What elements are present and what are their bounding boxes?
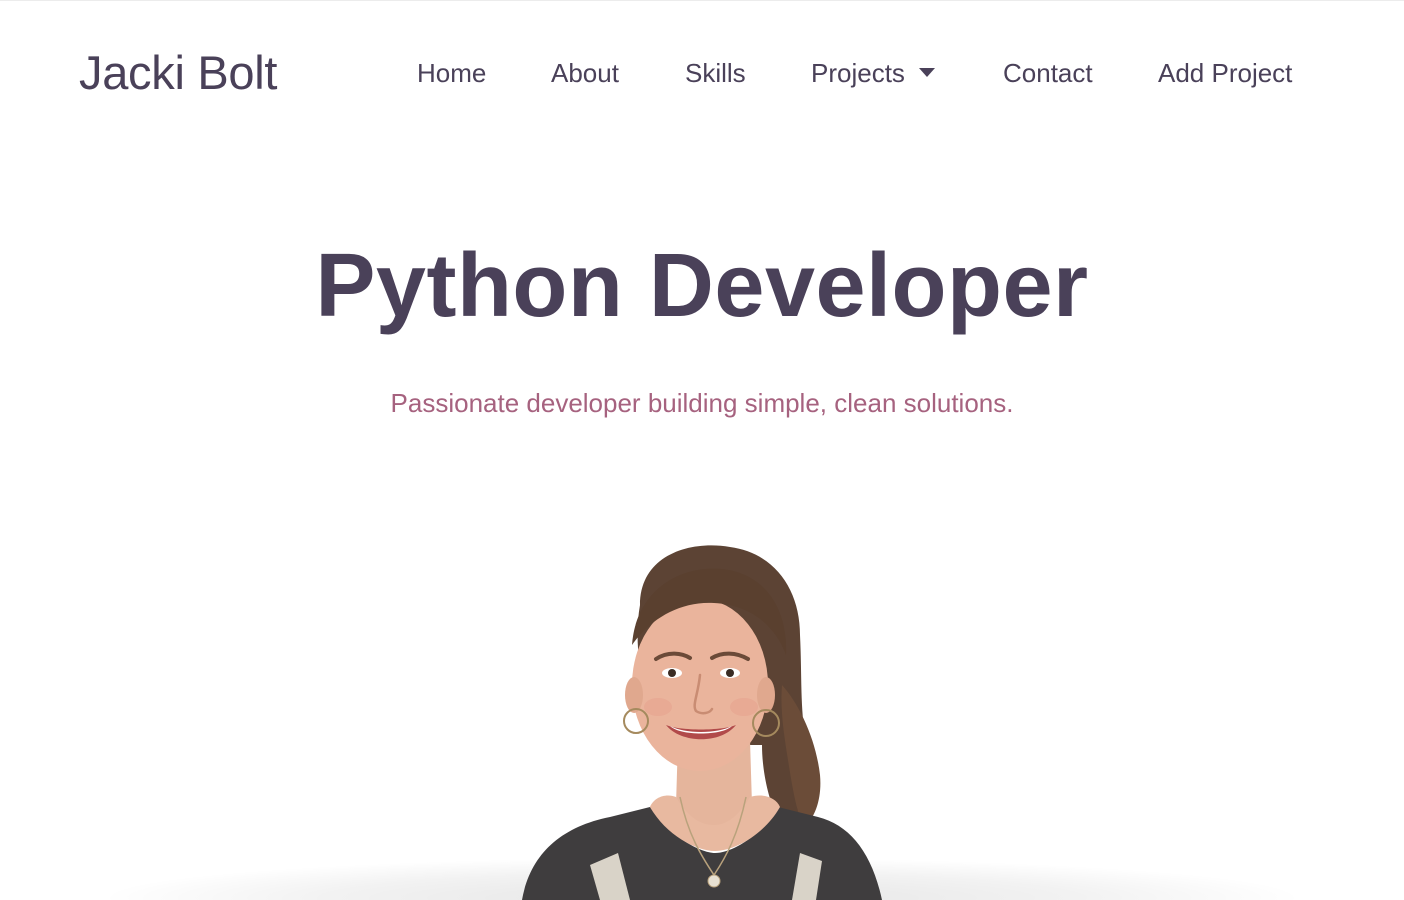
nav-contact-link[interactable]: Contact [1003, 56, 1093, 90]
profile-photo [522, 545, 882, 900]
nav-skills-link[interactable]: Skills [685, 56, 746, 90]
nav-home-link[interactable]: Home [417, 56, 486, 90]
nav-add-project-link[interactable]: Add Project [1158, 56, 1292, 90]
nav-projects-dropdown[interactable]: Projects [811, 56, 935, 90]
top-border [0, 0, 1404, 1]
hero-title: Python Developer [315, 236, 1089, 336]
nav-about-link[interactable]: About [551, 56, 619, 90]
hero-subtitle: Passionate developer building simple, cl… [390, 388, 1014, 418]
caret-down-icon [918, 68, 935, 77]
nav-projects-label: Projects [811, 58, 905, 88]
page: Jacki Bolt Home About Skills Projects Co… [0, 0, 1404, 900]
brand-logo-link[interactable]: Jacki Bolt [79, 46, 277, 100]
